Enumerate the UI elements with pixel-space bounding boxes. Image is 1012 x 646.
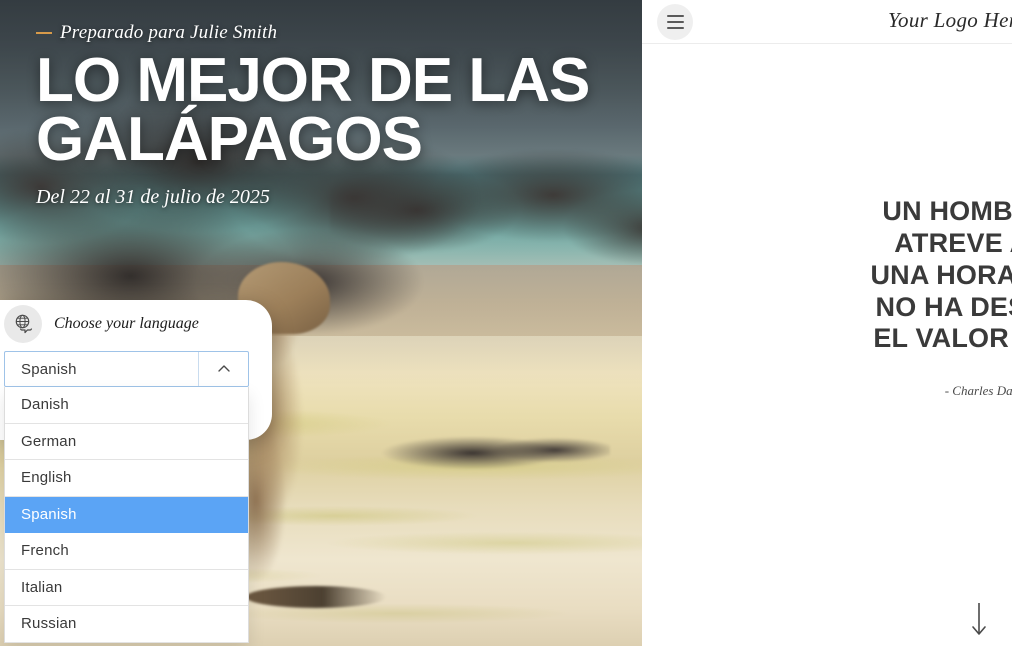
logo-text: Your Logo Here (888, 8, 1012, 32)
hamburger-bar-3 (666, 27, 684, 29)
content-panel: Your Logo Here UN HOMBRE QUE SE ATREVE A… (642, 0, 1012, 646)
language-option-danish[interactable]: Danish (5, 387, 248, 424)
hamburger-bar-1 (666, 15, 684, 17)
quote-block: UN HOMBRE QUE SE ATREVE A PERDER UNA HOR… (642, 196, 1012, 399)
hero-text-block: Preparado para Julie Smith LO MEJOR DE L… (36, 22, 596, 209)
language-option-label: Spanish (21, 505, 77, 523)
language-option-german[interactable]: German (5, 423, 248, 460)
language-select-value[interactable]: Spanish (5, 352, 198, 386)
language-option-italian[interactable]: Italian (5, 569, 248, 606)
language-option-label: French (21, 542, 69, 560)
language-option-label: Danish (21, 396, 69, 414)
content-header: Your Logo Here (642, 0, 1012, 44)
language-option-spanish[interactable]: Spanish (5, 496, 248, 533)
language-option-english[interactable]: English (5, 460, 248, 497)
hamburger-bar-2 (666, 21, 684, 23)
kicker-dash-icon (36, 32, 52, 34)
language-option-french[interactable]: French (5, 533, 248, 570)
language-option-russian[interactable]: Russian (5, 606, 248, 643)
page-title-line-2: GALÁPAGOS (36, 104, 423, 174)
language-card-header: Choose your language (0, 300, 272, 348)
chevron-up-icon[interactable] (198, 352, 248, 386)
language-option-label: English (21, 469, 72, 487)
globe-translate-icon (4, 305, 42, 343)
language-select[interactable]: Spanish (4, 351, 249, 387)
quote-text: UN HOMBRE QUE SE ATREVE A PERDER UNA HOR… (870, 196, 1012, 354)
app-viewport: Preparado para Julie Smith LO MEJOR DE L… (0, 0, 1012, 646)
quote-attribution: - Charles Darwin, 1809-1882 (944, 383, 1012, 399)
language-option-label: German (21, 432, 77, 450)
hero-kicker-label: Preparado para Julie Smith (60, 22, 278, 43)
language-card-title: Choose your language (54, 315, 199, 332)
language-option-label: Italian (21, 578, 63, 596)
hero-kicker: Preparado para Julie Smith (36, 22, 596, 44)
language-options-list[interactable]: Danish German English Spanish French Italian R… (4, 387, 249, 643)
hamburger-menu-icon[interactable] (657, 4, 693, 40)
page-title: LO MEJOR DE LAS GALÁPAGOS (36, 50, 596, 174)
language-option-label: Russian (21, 615, 77, 633)
language-select-wrapper: Spanish Danish German English Spanish French… (4, 351, 249, 643)
trip-dates: Del 22 al 31 de julio de 2025 (36, 185, 270, 208)
arrow-down-icon[interactable] (964, 600, 994, 640)
